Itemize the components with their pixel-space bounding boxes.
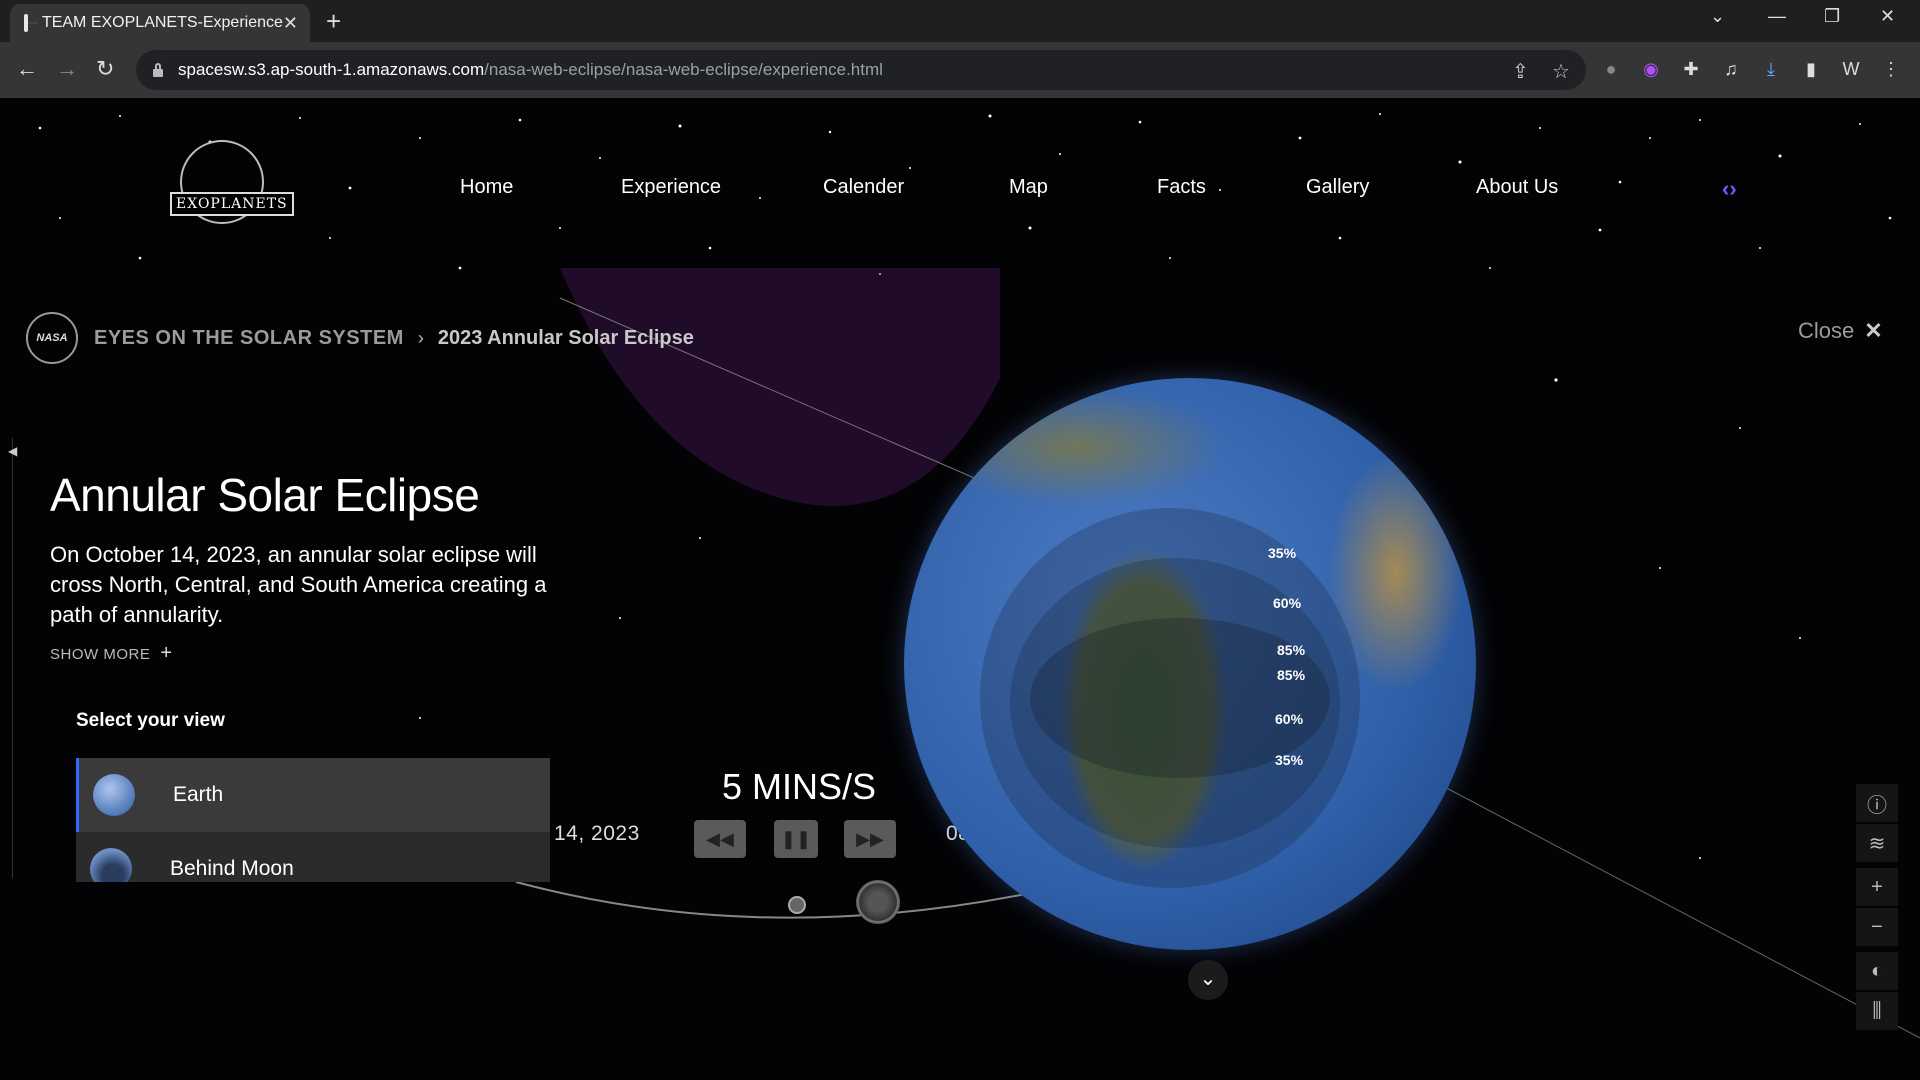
collapse-panel-button[interactable]: ⌄: [1188, 960, 1228, 1000]
magnitude-label: 35%: [1275, 752, 1304, 768]
download-icon[interactable]: ⤓: [1760, 58, 1782, 80]
show-more-button[interactable]: SHOW MORE +: [50, 642, 173, 665]
settings-sliders-icon: ⫼: [1872, 999, 1882, 1022]
media-queue-icon[interactable]: ♫: [1720, 58, 1742, 80]
page-favicon-icon: [24, 14, 38, 32]
nav-about-us[interactable]: About Us: [1476, 176, 1558, 199]
extension-dot-icon[interactable]: ●: [1600, 58, 1622, 80]
timeline-ruler[interactable]: [0, 438, 13, 878]
nasa-logo-icon[interactable]: NASA: [26, 312, 78, 364]
close-label: Close: [1798, 318, 1855, 343]
zoom-out-button[interactable]: −: [1856, 908, 1898, 946]
zoom-in-icon: +: [1871, 875, 1883, 898]
layers-button[interactable]: ≋: [1856, 824, 1898, 862]
rewind-button[interactable]: ◀◀: [694, 820, 746, 858]
chevron-right-icon: ›: [417, 327, 424, 348]
nav-experience[interactable]: Experience: [621, 176, 721, 199]
plus-icon: +: [160, 642, 173, 664]
view-heading: Select your view: [76, 710, 225, 731]
caret-left-icon[interactable]: ◀: [8, 444, 17, 458]
url-host: spacesw.s3.ap-south-1.amazonaws.com: [178, 60, 485, 79]
rewind-icon: ◀◀: [706, 828, 734, 849]
current-date: 14, 2023: [554, 822, 640, 845]
chevron-down-icon: ⌄: [1199, 968, 1217, 990]
url-path: /nasa-web-eclipse/nasa-web-eclipse/exper…: [484, 60, 883, 79]
address-bar[interactable]: spacesw.s3.ap-south-1.amazonaws.com/nasa…: [136, 50, 1586, 90]
event-description: On October 14, 2023, an annular solar ec…: [50, 542, 547, 627]
breadcrumb-root[interactable]: EYES ON THE SOLAR SYSTEM: [94, 327, 404, 350]
fast-forward-icon: ▶▶: [856, 828, 884, 849]
fast-forward-button[interactable]: ▶▶: [844, 820, 896, 858]
close-icon: ✕: [1864, 318, 1883, 343]
code-icon[interactable]: ‹›: [1722, 176, 1737, 202]
nav-gallery[interactable]: Gallery: [1306, 176, 1369, 199]
minimize-icon[interactable]: —: [1768, 6, 1786, 27]
restore-icon[interactable]: ❐: [1824, 6, 1840, 27]
lighting-button[interactable]: ◐: [1856, 952, 1898, 990]
view-option-label: Behind Moon: [170, 857, 294, 880]
playback-rate: 5 MINS/S: [722, 766, 877, 807]
close-tab-icon[interactable]: ✕: [283, 13, 298, 34]
behind-moon-thumbnail-icon: [90, 848, 132, 882]
nav-map[interactable]: Map: [1009, 176, 1048, 199]
bookmark-star-icon[interactable]: ☆: [1552, 59, 1570, 84]
view-option-label: Earth: [173, 783, 224, 806]
forward-icon[interactable]: →: [56, 56, 78, 82]
info-button[interactable]: ⓘ: [1856, 784, 1898, 822]
close-button[interactable]: Close ✕: [1798, 318, 1883, 344]
page-viewport: EXOPLANETS Home Experience Calender Map …: [0, 98, 1920, 1080]
show-more-label: SHOW MORE: [50, 646, 151, 663]
browser-tab-bar: TEAM EXOPLANETS-Experience ✕ + ⌄ — ❐ ✕: [0, 0, 1920, 42]
wikiwand-icon[interactable]: W: [1840, 58, 1862, 80]
browser-tab[interactable]: TEAM EXOPLANETS-Experience ✕: [10, 4, 310, 42]
info-icon: ⓘ: [1867, 794, 1887, 817]
lock-icon[interactable]: [152, 63, 164, 77]
extension-purple-icon[interactable]: ◉: [1640, 58, 1662, 80]
magnitude-label: 60%: [1273, 595, 1302, 611]
lighting-icon: ◐: [1870, 959, 1884, 982]
logo-text: EXOPLANETS: [170, 192, 294, 216]
view-list: Earth Behind Moon: [76, 758, 550, 882]
magnitude-label: 35%: [1268, 545, 1297, 561]
exoplanets-logo[interactable]: EXOPLANETS: [170, 140, 294, 240]
breadcrumb: NASA EYES ON THE SOLAR SYSTEM › 2023 Ann…: [26, 312, 694, 364]
magnitude-label: 85%: [1277, 642, 1306, 658]
share-icon[interactable]: ⇪: [1512, 59, 1529, 84]
layers-icon: ≋: [1868, 832, 1886, 855]
pause-icon: ❚❚: [780, 828, 812, 849]
zoom-in-button[interactable]: +: [1856, 868, 1898, 906]
view-option-earth[interactable]: Earth: [76, 758, 550, 832]
magnitude-label: 85%: [1277, 667, 1306, 683]
new-tab-icon[interactable]: +: [326, 6, 341, 37]
time-scrubber-handle[interactable]: [856, 880, 900, 924]
nav-calender[interactable]: Calender: [823, 176, 904, 199]
magnitude-label: 60%: [1275, 711, 1304, 727]
back-icon[interactable]: ←: [16, 56, 38, 82]
browser-menu-icon[interactable]: ⋮: [1880, 58, 1902, 80]
reload-icon[interactable]: ↻: [96, 56, 114, 82]
extensions-puzzle-icon[interactable]: ✚: [1680, 58, 1702, 80]
view-option-behind-moon[interactable]: Behind Moon: [76, 832, 550, 882]
nav-home[interactable]: Home: [460, 176, 513, 199]
site-navbar: EXOPLANETS Home Experience Calender Map …: [0, 98, 1920, 288]
page-title: Annular Solar Eclipse: [50, 469, 480, 521]
nav-facts[interactable]: Facts: [1157, 176, 1206, 199]
side-panel-icon[interactable]: ▮: [1800, 58, 1822, 80]
close-window-icon[interactable]: ✕: [1880, 6, 1895, 27]
earth-thumbnail-icon: [93, 774, 135, 816]
tab-title: TEAM EXOPLANETS-Experience: [41, 14, 283, 31]
tab-search-icon[interactable]: ⌄: [1710, 6, 1725, 27]
tool-rail: ⓘ ≋ + − ◐ ⫼: [1856, 784, 1898, 1032]
pause-button[interactable]: ❚❚: [774, 820, 818, 858]
moon-marker[interactable]: [788, 896, 806, 914]
zoom-out-icon: −: [1871, 915, 1883, 938]
settings-button[interactable]: ⫼: [1856, 992, 1898, 1030]
breadcrumb-current: 2023 Annular Solar Eclipse: [437, 326, 694, 349]
